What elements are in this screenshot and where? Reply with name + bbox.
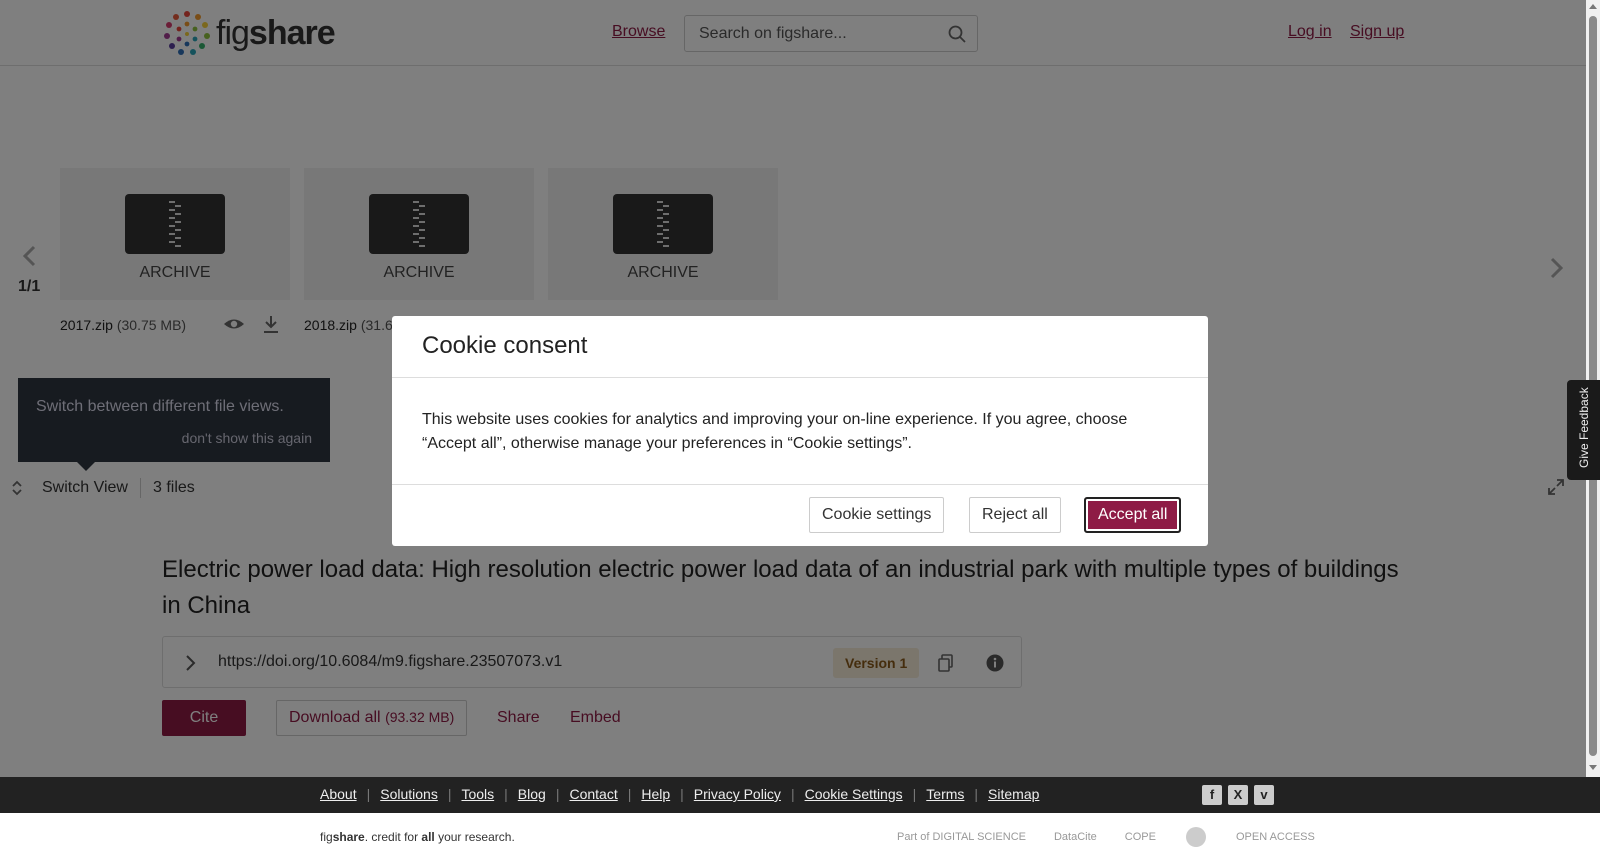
footer-link-privacy-policy[interactable]: Privacy Policy [694, 786, 781, 802]
scroll-down-arrow-icon[interactable] [1589, 765, 1597, 770]
scroll-up-arrow-icon[interactable] [1589, 4, 1597, 9]
footer-separator: | [555, 786, 560, 802]
footer-link-help[interactable]: Help [641, 786, 670, 802]
partner-globe-icon[interactable] [1184, 825, 1208, 849]
footer-separator: | [974, 786, 979, 802]
accept-all-button[interactable]: Accept all [1084, 497, 1182, 533]
footer-link-cookie-settings[interactable]: Cookie Settings [805, 786, 903, 802]
footer-link-blog[interactable]: Blog [518, 786, 546, 802]
cookie-settings-button[interactable]: Cookie settings [809, 497, 945, 533]
give-feedback-tab[interactable]: Give Feedback [1567, 380, 1600, 480]
give-feedback-label: Give Feedback [1577, 387, 1591, 468]
footer-link-about[interactable]: About [320, 786, 357, 802]
footer-separator: | [627, 786, 632, 802]
footer-separator: | [912, 786, 917, 802]
dialog-footer: Cookie settings Reject all Accept all [392, 484, 1208, 546]
digital-science-logo[interactable]: Part of DIGITAL SCIENCE [897, 831, 1026, 843]
dialog-header: Cookie consent [392, 316, 1208, 378]
footer-nav-bar: About | Solutions | Tools | Blog | Contact | … [0, 777, 1600, 813]
footer-link-solutions[interactable]: Solutions [380, 786, 438, 802]
footer-separator: | [504, 786, 508, 802]
reject-all-button[interactable]: Reject all [969, 497, 1061, 533]
datacite-logo[interactable]: DataCite [1054, 831, 1097, 843]
footer-separator: | [447, 786, 452, 802]
social-links: f X v [1202, 785, 1274, 805]
cope-logo[interactable]: COPE [1125, 831, 1156, 843]
footer-link-tools[interactable]: Tools [461, 786, 494, 802]
footer-bottom: figshare. credit for all your research. … [0, 813, 1600, 861]
footer-tagline: figshare. credit for all your research. [320, 830, 515, 844]
footer-link-contact[interactable]: Contact [569, 786, 617, 802]
open-access-logo[interactable]: OPEN ACCESS [1236, 831, 1315, 843]
footer-link-terms[interactable]: Terms [926, 786, 964, 802]
footer-link-sitemap[interactable]: Sitemap [988, 786, 1039, 802]
footer-links: About | Solutions | Tools | Blog | Contact | … [320, 786, 1039, 802]
facebook-icon[interactable]: f [1202, 785, 1222, 805]
x-twitter-icon[interactable]: X [1228, 785, 1248, 805]
footer-separator: | [790, 786, 795, 802]
vimeo-icon[interactable]: v [1254, 785, 1274, 805]
partner-logos: Part of DIGITAL SCIENCE DataCite COPE OP… [897, 825, 1315, 849]
cookie-consent-dialog: Cookie consent This website uses cookies… [392, 316, 1208, 546]
footer-separator: | [366, 786, 371, 802]
dialog-body: This website uses cookies for analytics … [422, 411, 1128, 452]
dialog-title: Cookie consent [422, 332, 588, 359]
footer-separator: | [680, 786, 684, 802]
